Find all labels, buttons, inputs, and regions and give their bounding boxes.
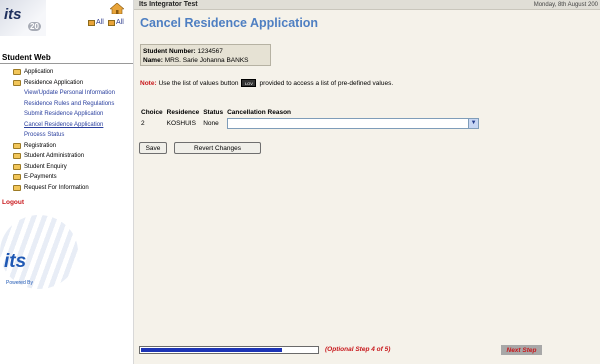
its-version-badge: 20 — [28, 22, 41, 31]
column-header-choice: Choice — [141, 109, 163, 116]
folder-icon — [13, 153, 21, 159]
column-header-status: Status — [203, 109, 224, 116]
page-title: Cancel Residence Application — [140, 16, 319, 30]
column-header-residence: Residence — [166, 109, 200, 116]
folder-icon — [13, 163, 21, 170]
student-number-label: Student Number: — [143, 48, 196, 55]
table-row: 2 KOSHUIS None ▼ — [139, 117, 481, 129]
expand-all-label: All — [96, 19, 104, 26]
collapse-all-button[interactable]: All — [108, 19, 124, 26]
sidebar-link-residence-rules[interactable]: Residence Rules and Regulations — [0, 99, 134, 110]
logout-link[interactable]: Logout — [2, 199, 24, 206]
sidebar-item-registration[interactable]: Registration — [0, 141, 134, 152]
sidebar-link-view-update-personal-info[interactable]: View/Update Personal Information — [0, 88, 134, 99]
note-label: Note: — [140, 79, 157, 87]
cancellation-reason-select[interactable]: ▼ — [227, 117, 480, 129]
sidebar-divider — [0, 63, 133, 64]
revert-changes-button[interactable]: Revert Changes — [174, 142, 261, 154]
folder-icon — [13, 79, 21, 86]
folder-icon — [13, 69, 21, 75]
residence-table: Choice Residence Status Cancellation Rea… — [139, 108, 481, 129]
its-logo-top: its 20 — [0, 0, 46, 36]
sidebar-item-request-for-information[interactable]: Request For Information — [0, 183, 134, 194]
note-text-before: Use the list of values button — [158, 79, 239, 87]
cell-cancellation-reason: ▼ — [225, 117, 481, 129]
progress-bar — [139, 346, 319, 354]
folder-icon — [13, 184, 21, 191]
student-name: MRS. Sarie Johanna BANKS — [164, 57, 249, 64]
sidebar-menu: Application Residence Application View/U… — [0, 67, 134, 193]
student-info-box: Student Number: 1234567 Name: MRS. Sarie… — [140, 44, 271, 66]
sidebar-item-student-administration[interactable]: Student Administration — [0, 151, 134, 162]
save-button[interactable]: Save — [139, 142, 167, 154]
its-logo-text: its — [4, 6, 22, 23]
header-date: Monday, 8th August 200 — [533, 1, 598, 8]
student-name-label: Name: — [143, 57, 163, 64]
expand-all-button[interactable]: All — [88, 19, 104, 26]
home-icon[interactable] — [110, 3, 124, 14]
sidebar-item-application[interactable]: Application — [0, 67, 134, 78]
note-text-after: provided to access a list of pre-defined… — [259, 79, 394, 87]
header-bar: Its Integrator Test Monday, 8th August 2… — [134, 0, 600, 10]
column-header-cancellation-reason: Cancellation Reason — [227, 109, 292, 116]
cell-status: None — [203, 119, 219, 127]
sidebar-section-title: Student Web — [2, 53, 51, 62]
folder-icon — [108, 19, 115, 26]
student-number: 1234567 — [197, 48, 223, 55]
chevron-down-icon[interactable]: ▼ — [468, 118, 479, 128]
sidebar-item-e-payments[interactable]: E-Payments — [0, 172, 134, 183]
sidebar-link-cancel-residence-application[interactable]: Cancel Residence Application — [0, 120, 134, 131]
collapse-all-label: All — [116, 19, 124, 26]
its-logo-bottom-text: its — [4, 251, 27, 272]
folder-icon — [13, 174, 21, 180]
folder-icon — [13, 142, 21, 149]
sidebar-link-process-status[interactable]: Process Status — [0, 130, 134, 141]
sidebar-item-residence-application[interactable]: Residence Application — [0, 78, 134, 89]
left-pane: its 20 All All Student Web Application R… — [0, 0, 134, 364]
note: Note: Use the list of values button LOV … — [140, 79, 393, 87]
its-logo-bottom: its Powered By — [0, 215, 80, 290]
sidebar-item-student-enquiry[interactable]: Student Enquiry — [0, 162, 134, 173]
next-step-button[interactable]: Next Step — [501, 345, 542, 355]
folder-icon — [88, 19, 95, 26]
step-indicator: (Optional Step 4 of 5) — [325, 346, 391, 353]
cell-residence: KOSHUIS — [166, 119, 196, 127]
sidebar-link-submit-residence-application[interactable]: Submit Residence Application — [0, 109, 134, 120]
list-of-values-icon: LOV — [241, 79, 257, 87]
cell-choice: 2 — [141, 119, 145, 127]
progress-fill — [141, 348, 282, 352]
app-title: Its Integrator Test — [139, 1, 198, 8]
powered-by-label: Powered By — [6, 280, 33, 286]
